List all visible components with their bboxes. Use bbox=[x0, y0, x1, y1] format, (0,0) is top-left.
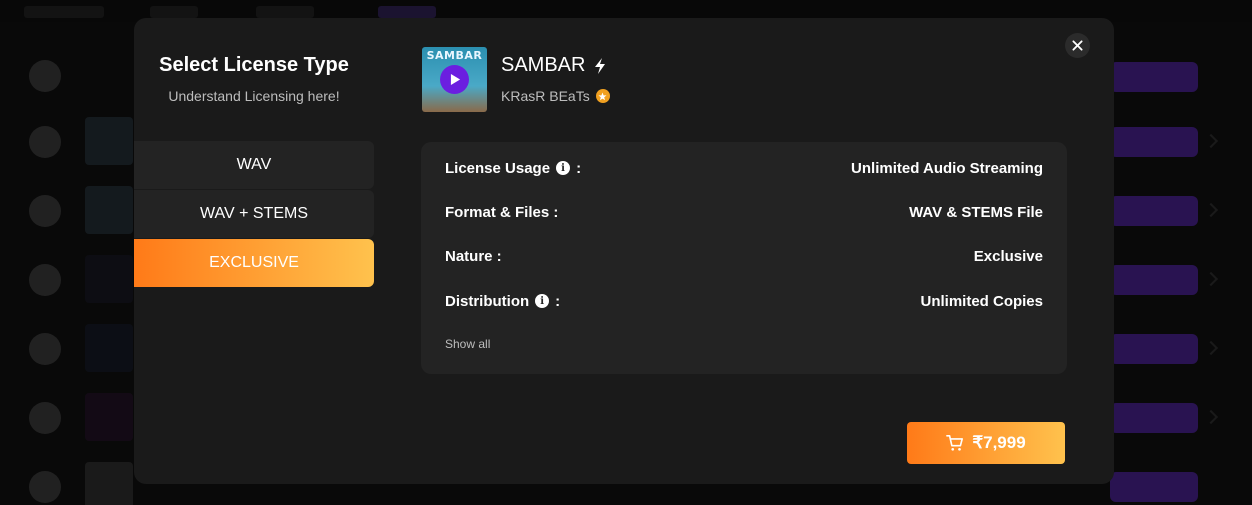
bolt-icon bbox=[593, 57, 607, 74]
close-icon bbox=[1072, 40, 1083, 51]
license-details-panel: License Usage i : Unlimited Audio Stream… bbox=[421, 142, 1067, 374]
licensing-info-link[interactable]: Understand Licensing here! bbox=[134, 88, 374, 104]
detail-value: Exclusive bbox=[973, 247, 1043, 265]
play-button[interactable] bbox=[440, 65, 469, 94]
detail-row-format-files: Format & Files : WAV & STEMS File bbox=[445, 201, 1043, 223]
detail-key-label: Distribution bbox=[445, 292, 530, 310]
info-icon[interactable]: i bbox=[535, 294, 550, 308]
star-badge-icon bbox=[595, 89, 610, 103]
detail-key: License Usage i : bbox=[445, 160, 581, 177]
detail-colon: : bbox=[555, 292, 561, 310]
detail-key-label: License Usage bbox=[445, 159, 551, 177]
cart-icon bbox=[946, 434, 964, 451]
track-title-row: SAMBAR bbox=[501, 54, 607, 77]
license-option-wav-stems[interactable]: WAV + STEMS bbox=[134, 190, 374, 238]
artist-name[interactable]: KRasR BEaTs bbox=[501, 88, 590, 104]
track-title: SAMBAR bbox=[501, 54, 586, 76]
detail-value: Unlimited Copies bbox=[920, 292, 1043, 310]
detail-row-license-usage: License Usage i : Unlimited Audio Stream… bbox=[445, 157, 1043, 179]
detail-row-nature: Nature : Exclusive bbox=[445, 245, 1043, 267]
license-option-wav[interactable]: WAV bbox=[134, 141, 374, 189]
cover-title: SAMBAR bbox=[426, 49, 483, 62]
modal-title: Select License Type bbox=[159, 54, 349, 76]
license-modal: Select License Type Understand Licensing… bbox=[134, 18, 1114, 484]
buy-button[interactable]: ₹7,999 bbox=[907, 422, 1065, 464]
detail-value: WAV & STEMS File bbox=[909, 203, 1043, 221]
price-label: ₹7,999 bbox=[972, 433, 1026, 452]
detail-key: Nature : bbox=[445, 247, 502, 265]
track-cover: SAMBAR bbox=[422, 47, 487, 112]
close-button[interactable] bbox=[1065, 33, 1090, 58]
detail-key: Format & Files : bbox=[445, 203, 559, 221]
detail-colon: : bbox=[576, 159, 582, 177]
detail-row-distribution: Distribution i : Unlimited Copies bbox=[445, 290, 1043, 312]
show-all-link[interactable]: Show all bbox=[445, 337, 490, 351]
info-icon[interactable]: i bbox=[556, 161, 571, 175]
detail-key: Distribution i : bbox=[445, 293, 560, 310]
license-option-exclusive[interactable]: EXCLUSIVE bbox=[134, 239, 374, 287]
artist-row: KRasR BEaTs bbox=[501, 88, 610, 104]
play-icon bbox=[450, 74, 461, 85]
detail-value: Unlimited Audio Streaming bbox=[851, 159, 1043, 177]
